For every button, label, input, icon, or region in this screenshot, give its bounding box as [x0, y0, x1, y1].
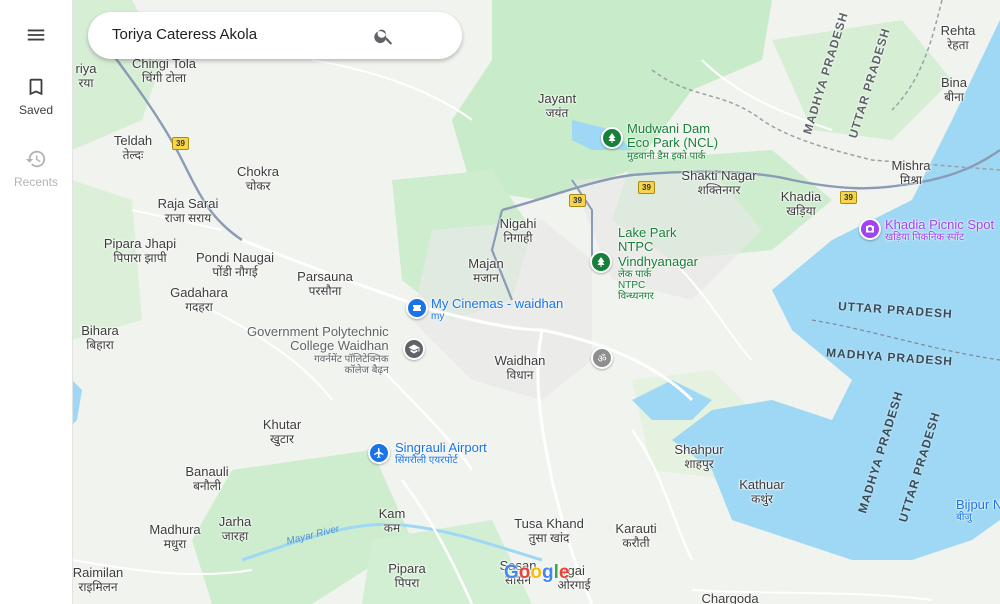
place-label: Raimilan राइमिलन: [72, 565, 124, 594]
place-label: Pipara पिपरा: [388, 561, 426, 590]
poi-pin-airport[interactable]: [368, 442, 390, 464]
place-label: Nigahi निगाही: [499, 216, 537, 245]
poi-label-mudwani[interactable]: Mudwani Dam Eco Park (NCL) मुडवानी डैम इको…: [627, 121, 718, 161]
recents-button[interactable]: Recents: [0, 148, 72, 189]
place-label: Kathuar कथुंर: [739, 477, 785, 506]
place-label: Banauli बनौली: [185, 464, 229, 493]
poi-pin-temple[interactable]: ॐ: [591, 347, 613, 369]
place-label: Madhura मधुरा: [149, 522, 201, 551]
place-label: Kam कम: [378, 506, 406, 535]
search-icon[interactable]: [373, 25, 395, 47]
place-label: Pondi Naugai पोंडी नौगई: [195, 250, 275, 279]
place-label: Khadia खड़िया: [780, 189, 822, 218]
place-label: Tusa Khand तुसा खांद: [514, 516, 584, 545]
ticket-icon: [413, 305, 421, 311]
search-input[interactable]: Toriya Cateress Akola: [112, 26, 257, 43]
highway-shield: 39: [569, 194, 586, 207]
place-label: riya रया: [75, 61, 97, 90]
tree-icon: [608, 133, 616, 143]
search-box[interactable]: Toriya Cateress Akola: [88, 12, 462, 59]
map-canvas[interactable]: Mayar River 39 39 39 39 MADHYA PRADESH U…: [72, 0, 1000, 604]
place-label: Karauti करौती: [615, 521, 657, 550]
place-label: Rehta रेहता: [940, 23, 976, 52]
highway-shield: 39: [638, 181, 655, 194]
recents-label: Recents: [13, 175, 59, 189]
place-label: Jarha जारहा: [218, 514, 252, 543]
place-label: Chingi Tola चिंगी टोला: [131, 56, 197, 85]
poi-label-lake-park[interactable]: Lake Park NTPC Vindhyanagar लेक पार्क NTPC वि…: [618, 225, 698, 302]
menu-icon: [27, 29, 45, 41]
om-icon: ॐ: [597, 354, 607, 365]
poi-pin-khadia-picnic[interactable]: [859, 218, 881, 240]
poi-pin-lake-park[interactable]: [590, 251, 612, 273]
place-label: Khutar खुटार: [262, 417, 302, 446]
poi-label-airport[interactable]: Singrauli Airport सिंगरौली एयरपोर्ट: [395, 440, 487, 466]
place-label: Shakti Nagar शक्तिनगर: [681, 168, 757, 197]
place-label: Jayant जयंत: [537, 91, 577, 120]
side-rail: Saved Recents: [0, 0, 73, 604]
menu-button[interactable]: [0, 24, 72, 51]
place-label: Waidhan विधान: [494, 353, 546, 382]
poi-label-khadia-picnic[interactable]: Khadia Picnic Spot खड़िया पिकनिक स्पॉट: [885, 217, 994, 243]
poi-pin-mudwani[interactable]: [601, 127, 623, 149]
plane-icon: [374, 448, 384, 458]
place-label: Parsauna परसौना: [297, 269, 353, 298]
place-label: Chokra चोकर: [237, 164, 279, 193]
place-label: Mishra मिश्रा: [891, 158, 931, 187]
saved-button[interactable]: Saved: [0, 76, 72, 117]
highway-shield: 39: [172, 137, 189, 150]
google-logo: Google: [504, 562, 570, 583]
place-label: Bihara बिहारा: [81, 323, 119, 352]
bookmark-icon: [29, 78, 43, 96]
poi-label-bijpur[interactable]: Bijpur N बीजु: [956, 497, 1000, 523]
place-label: Teldah तेल्दः: [113, 133, 153, 162]
place-label: Majan मजान: [468, 256, 504, 285]
highway-shield: 39: [840, 191, 857, 204]
place-label: Gadahara गदहरा: [170, 285, 228, 314]
place-label: Chargoda: [701, 591, 759, 604]
poi-pin-polytechnic[interactable]: [403, 338, 425, 360]
school-icon: [408, 344, 420, 354]
camera-icon: [866, 225, 874, 233]
history-icon: [25, 150, 46, 168]
saved-label: Saved: [18, 103, 54, 117]
poi-label-polytechnic[interactable]: Government Polytechnic College Waidhan गवर…: [247, 324, 389, 375]
poi-pin-cinemas[interactable]: [406, 297, 428, 319]
tree-icon: [597, 257, 605, 267]
place-label: Raja Sarai राजा सराय: [157, 196, 219, 225]
place-label: Pipara Jhapi पिपारा झापी: [103, 236, 177, 265]
place-label: Shahpur शाहपुर: [674, 442, 724, 471]
poi-label-cinemas[interactable]: My Cinemas - waidhan my: [431, 296, 563, 322]
place-label: Bina बीना: [940, 75, 968, 104]
